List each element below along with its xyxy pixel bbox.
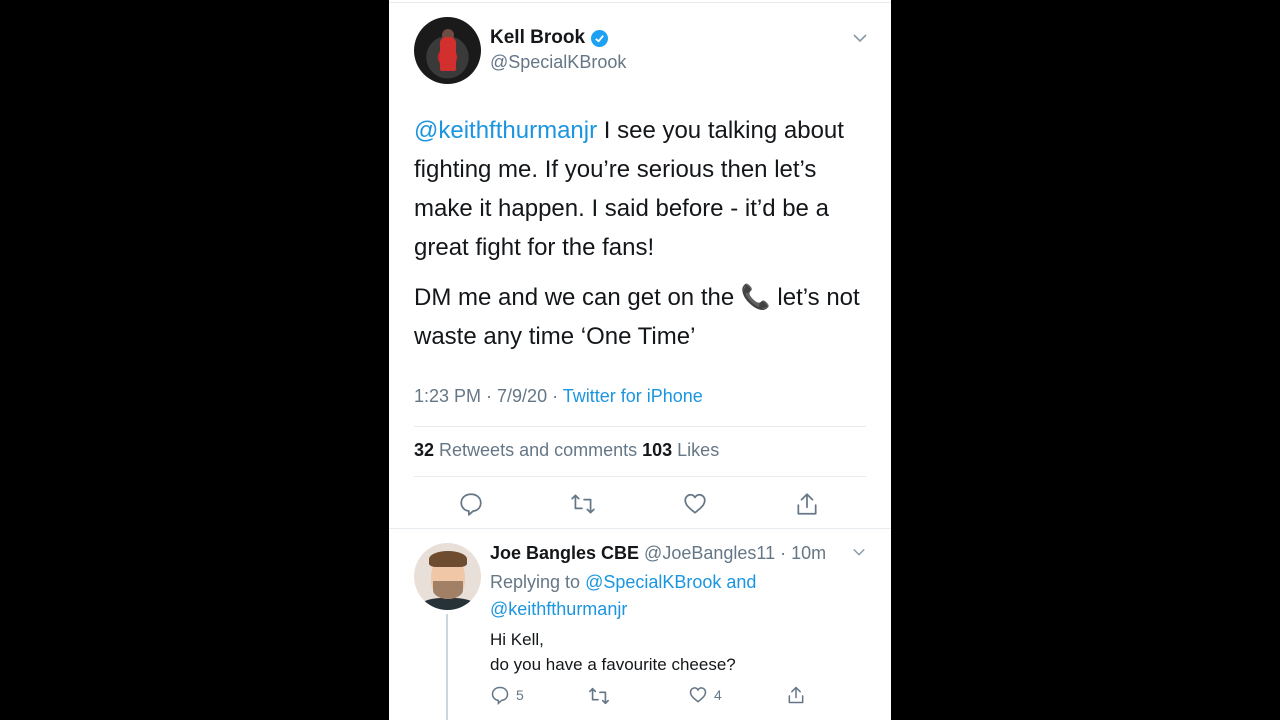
tweet-source-link[interactable]: Twitter for iPhone [563,386,703,406]
author-name-row[interactable]: Kell Brook [490,27,609,49]
retweets-count[interactable]: 32 [414,440,434,460]
author-name[interactable]: Kell Brook [490,27,585,49]
likes-count[interactable]: 103 [642,440,672,460]
divider [414,476,866,477]
replying-prefix: Replying to [490,572,586,592]
author-avatar[interactable] [414,17,481,84]
likes-label[interactable]: Likes [672,440,719,460]
thread-line [446,614,448,720]
reply-icon[interactable] [458,491,484,517]
share-icon[interactable] [794,491,820,517]
tweet-text-part2: DM me and we can get on the 📞 let’s not … [414,284,860,350]
tweet-stats: 32 Retweets and comments 103 Likes [414,440,719,461]
divider [414,426,866,427]
reply-header: Joe Bangles CBE @JoeBangles11 · 10m [490,543,826,564]
chevron-down-icon[interactable] [852,30,868,46]
tweet-body: @keithfthurmanjr I see you talking about… [414,111,874,367]
top-divider [389,2,891,3]
reply-comment-count: 5 [516,687,524,703]
tweet-meta: 1:23 PM · 7/9/20 · Twitter for iPhone [414,386,703,407]
chevron-down-icon[interactable] [852,545,866,559]
reply-body: Hi Kell, do you have a favourite cheese? [490,627,850,677]
section-separator [389,528,891,529]
tweet-screen: Kell Brook @SpecialKBrook @keithfthurman… [389,0,891,720]
retweet-icon[interactable] [570,491,596,517]
reply-like-action[interactable]: 4 [688,685,722,705]
reply-like-count: 4 [714,687,722,703]
reply-icon[interactable] [490,685,510,705]
retweets-label[interactable]: Retweets and comments [434,440,642,460]
reply-author-avatar[interactable] [414,543,481,610]
tweet-time: 1:23 PM · 7/9/20 · [414,386,563,406]
reply-comment-action[interactable]: 5 [490,685,524,705]
reply-handle-time[interactable]: @JoeBangles11 · 10m [639,543,826,563]
share-icon[interactable] [786,685,806,705]
verified-badge-icon [591,29,609,47]
reply-line1: Hi Kell, [490,630,544,649]
heart-icon[interactable] [682,491,708,517]
reply-author-name[interactable]: Joe Bangles CBE [490,543,639,563]
author-handle[interactable]: @SpecialKBrook [490,52,626,73]
reply-line2: do you have a favourite cheese? [490,655,736,674]
mention-link[interactable]: @keithfthurmanjr [414,117,597,144]
replying-to: Replying to @SpecialKBrook and @keithfth… [490,569,820,623]
heart-icon[interactable] [688,685,708,705]
retweet-icon[interactable] [588,685,610,707]
